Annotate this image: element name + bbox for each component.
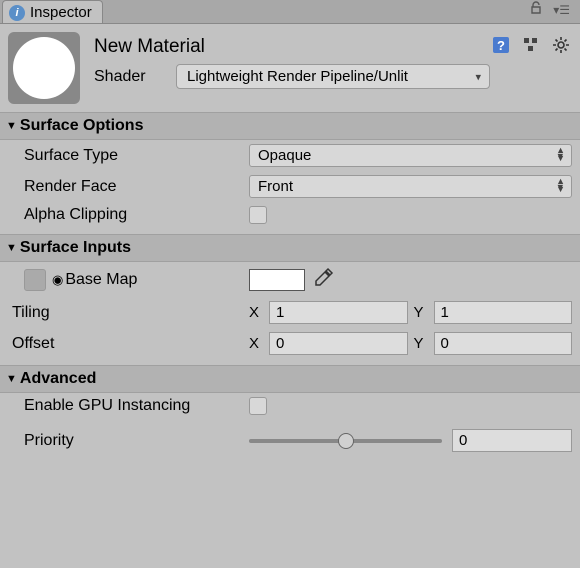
svg-text:?: ? (497, 38, 505, 53)
render-face-label: Render Face (24, 178, 249, 196)
axis-x-label: X (249, 335, 263, 352)
surface-type-value: Opaque (258, 147, 311, 164)
shader-label: Shader (90, 68, 168, 86)
context-menu-icon[interactable]: ▾☰ (553, 3, 570, 17)
base-map-color-swatch[interactable] (249, 269, 305, 291)
foldout-icon: ▼ (6, 242, 17, 254)
gpu-instancing-checkbox[interactable] (249, 397, 267, 415)
material-header: New Material Shader Lightweight Render P… (0, 24, 580, 112)
priority-label: Priority (24, 432, 249, 450)
gear-icon[interactable] (550, 34, 572, 56)
material-preview[interactable] (8, 32, 80, 104)
target-icon: ◉ (52, 272, 63, 288)
material-name: New Material (90, 32, 490, 64)
foldout-icon: ▼ (6, 120, 17, 132)
axis-x-label: X (249, 304, 263, 321)
tab-title: Inspector (30, 4, 92, 21)
tiling-label: Tiling (12, 304, 249, 322)
advanced-header[interactable]: ▼ Advanced (0, 365, 580, 393)
foldout-icon: ▼ (6, 373, 17, 385)
axis-y-label: Y (414, 304, 428, 321)
base-map-texture-slot[interactable] (24, 269, 46, 291)
alpha-clipping-checkbox[interactable] (249, 206, 267, 224)
render-face-value: Front (258, 178, 293, 195)
eyedropper-icon[interactable] (313, 266, 335, 293)
info-icon: i (9, 5, 25, 21)
surface-inputs-header[interactable]: ▼ Surface Inputs (0, 234, 580, 262)
preset-icon[interactable] (520, 34, 542, 56)
alpha-clipping-label: Alpha Clipping (24, 206, 249, 224)
tab-bar: i Inspector ▾☰ (0, 0, 580, 24)
help-icon[interactable]: ? (490, 34, 512, 56)
section-title: Surface Inputs (20, 239, 131, 257)
base-map-label: Base Map (65, 271, 137, 289)
shader-dropdown[interactable]: Lightweight Render Pipeline/Unlit (176, 64, 490, 89)
surface-type-label: Surface Type (24, 147, 249, 165)
offset-label: Offset (12, 335, 249, 353)
slider-thumb[interactable] (338, 433, 354, 449)
tiling-x-field[interactable]: 1 (269, 301, 408, 324)
section-title: Surface Options (20, 117, 144, 135)
tiling-y-field[interactable]: 1 (434, 301, 573, 324)
gpu-instancing-label: Enable GPU Instancing (24, 397, 249, 415)
priority-slider[interactable] (249, 431, 442, 451)
render-face-dropdown[interactable]: Front ▲▼ (249, 175, 572, 198)
inspector-tab[interactable]: i Inspector (2, 0, 103, 23)
priority-field[interactable]: 0 (452, 429, 572, 452)
shader-value: Lightweight Render Pipeline/Unlit (187, 68, 408, 85)
axis-y-label: Y (414, 335, 428, 352)
offset-x-field[interactable]: 0 (269, 332, 408, 355)
section-title: Advanced (20, 370, 96, 388)
lock-icon[interactable] (529, 1, 543, 19)
surface-type-dropdown[interactable]: Opaque ▲▼ (249, 144, 572, 167)
offset-y-field[interactable]: 0 (434, 332, 573, 355)
preview-sphere (13, 37, 75, 99)
surface-options-header[interactable]: ▼ Surface Options (0, 112, 580, 140)
